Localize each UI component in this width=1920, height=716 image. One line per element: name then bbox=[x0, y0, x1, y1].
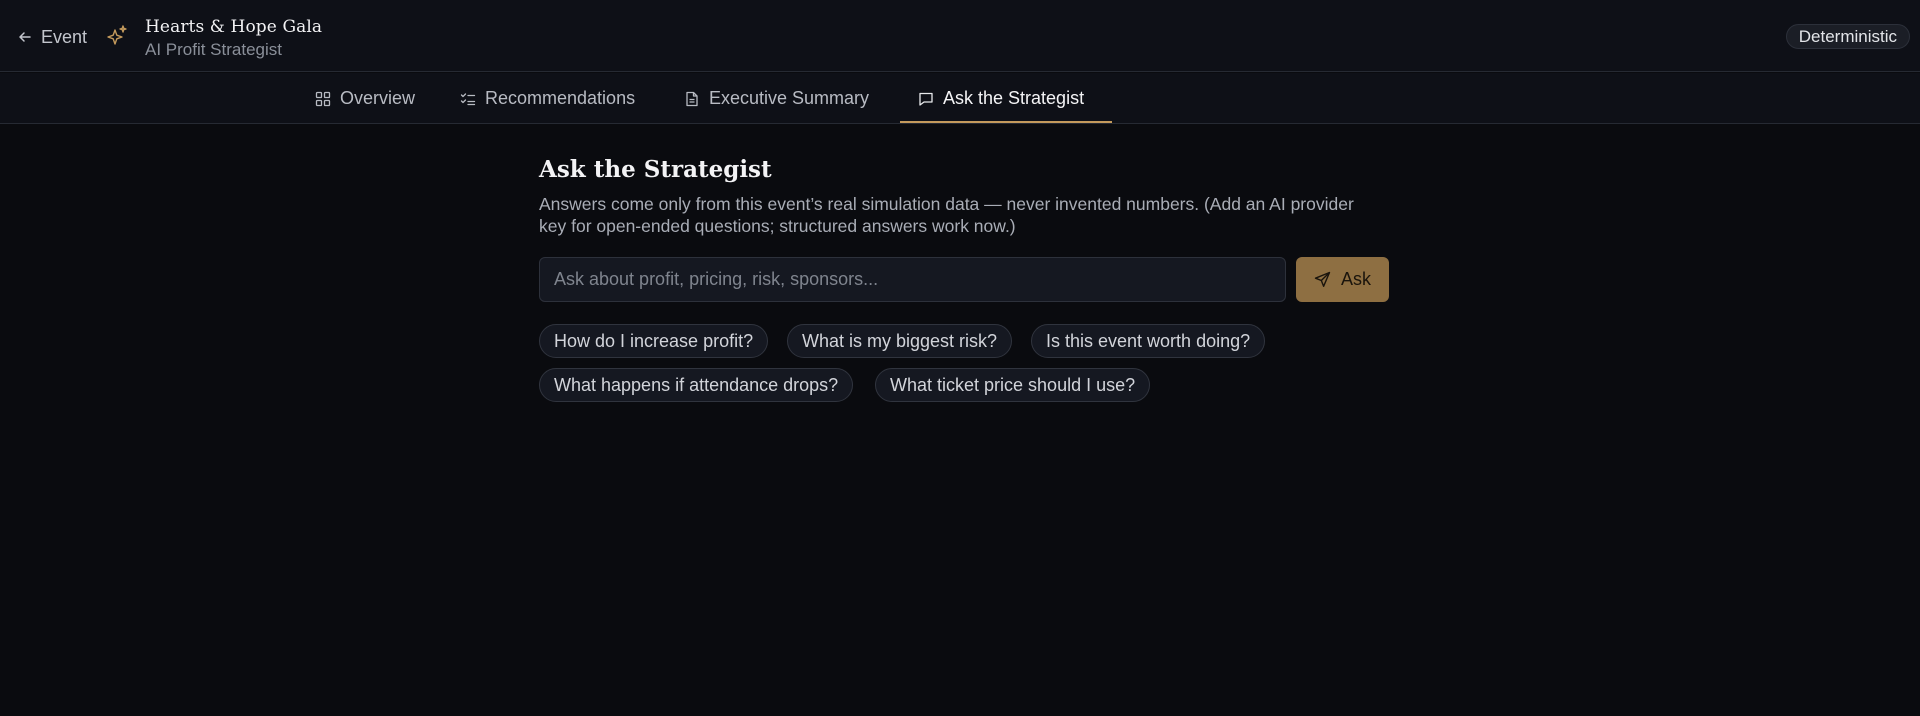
arrow-left-icon bbox=[19, 32, 31, 42]
back-link-label: Event bbox=[41, 26, 88, 47]
tab-label: Executive Summary bbox=[709, 88, 870, 108]
send-icon bbox=[1314, 271, 1331, 287]
tab-label: Ask the Strategist bbox=[943, 88, 1085, 108]
tab-recommendations[interactable]: Recommendations bbox=[460, 73, 635, 124]
page-description: Answers come only from this event’s real… bbox=[539, 194, 1354, 236]
suggestion-chip[interactable]: How do I increase profit? bbox=[539, 324, 769, 358]
top-bar: Event Hearts & Hope Gala AI Profit Strat… bbox=[0, 0, 1920, 72]
ask-button-label: Ask bbox=[1340, 269, 1371, 289]
suggestion-chip[interactable]: What ticket price should I use? bbox=[875, 368, 1151, 402]
ask-form: Ask bbox=[539, 257, 1389, 302]
event-title: Hearts & Hope Gala bbox=[145, 17, 323, 37]
tab-executive-summary[interactable]: Executive Summary bbox=[684, 73, 869, 124]
document-icon bbox=[686, 91, 698, 106]
chat-icon bbox=[919, 92, 933, 106]
tab-label: Overview bbox=[340, 88, 416, 108]
suggestion-chip[interactable]: What happens if attendance drops? bbox=[539, 368, 854, 402]
tab-bar: Overview Recommendations Executive Summa… bbox=[0, 73, 1920, 124]
tab-label: Recommendations bbox=[485, 88, 636, 108]
sparkles-icon bbox=[107, 25, 127, 45]
event-subtitle: AI Profit Strategist bbox=[145, 40, 282, 59]
strategist-panel: Ask the Strategist Answers come only fro… bbox=[539, 155, 1389, 402]
question-input[interactable] bbox=[539, 257, 1286, 302]
grid-icon bbox=[315, 91, 331, 106]
tab-ask-the-strategist[interactable]: Ask the Strategist bbox=[918, 73, 1084, 124]
mode-badge: Deterministic bbox=[1785, 24, 1910, 49]
tab-overview[interactable]: Overview bbox=[315, 73, 415, 124]
brand: Hearts & Hope Gala AI Profit Strategist bbox=[145, 16, 322, 61]
back-to-event-link[interactable]: Event bbox=[18, 24, 87, 50]
checklist-icon bbox=[460, 92, 476, 105]
page-title: Ask the Strategist bbox=[539, 156, 772, 183]
ask-button[interactable]: Ask bbox=[1296, 257, 1389, 302]
active-tab-indicator bbox=[900, 121, 1112, 123]
suggestion-chip[interactable]: Is this event worth doing? bbox=[1031, 324, 1266, 358]
suggestion-chip[interactable]: What is my biggest risk? bbox=[787, 324, 1013, 358]
